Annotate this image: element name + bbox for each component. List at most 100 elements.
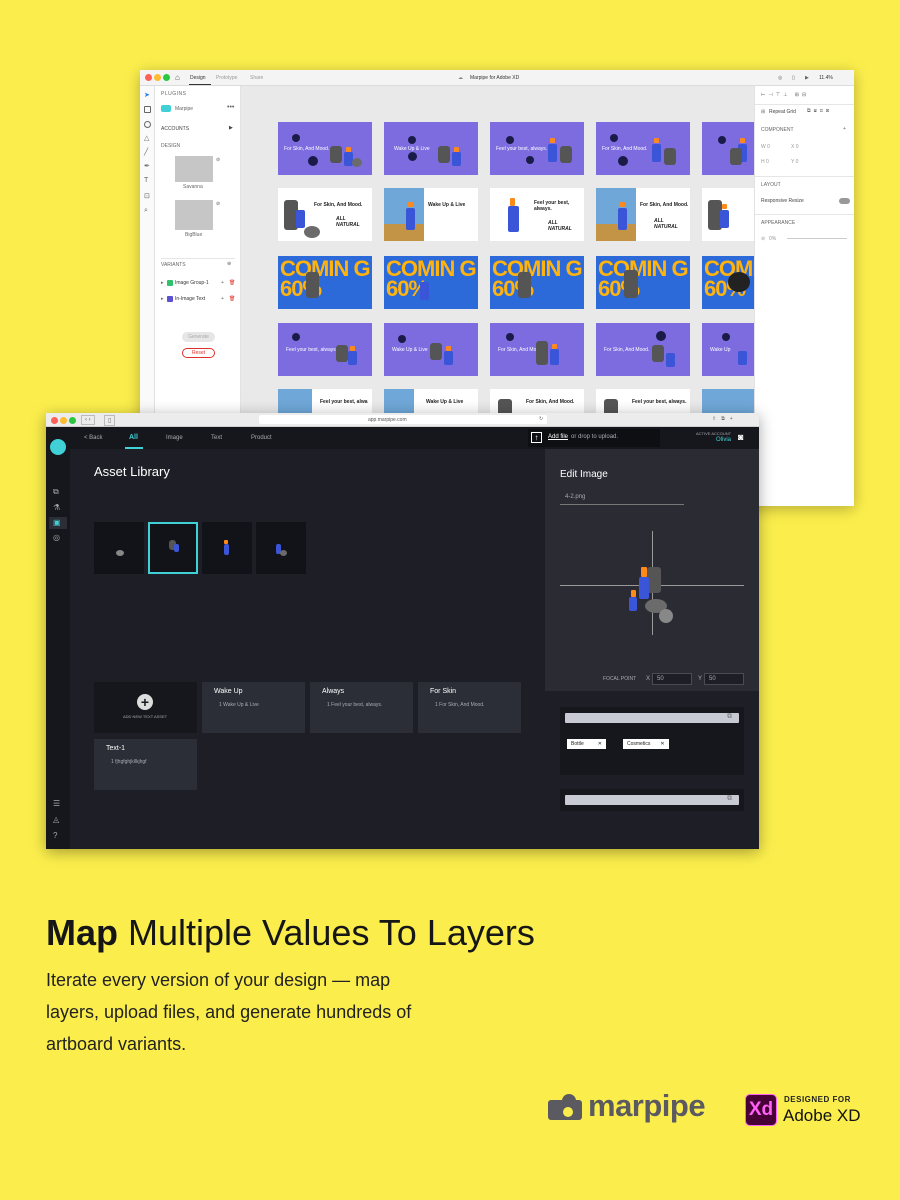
artboard-tool-icon[interactable]: ⊡ <box>144 192 150 200</box>
add-icon[interactable]: + <box>137 694 153 710</box>
image-icon[interactable]: ⧉ <box>53 487 59 497</box>
second-search-icon[interactable]: ⧉ <box>727 795 732 803</box>
add-icon[interactable]: + <box>221 280 224 286</box>
tab-image[interactable]: Image <box>166 435 183 441</box>
tab-design[interactable]: Design <box>190 75 206 81</box>
text-asset-card[interactable]: For Skin 1 For Skin, And Mood. <box>418 682 521 733</box>
artboard[interactable]: Feel your best, always. ALL NATURAL <box>490 188 584 241</box>
opacity-slider[interactable] <box>787 238 847 239</box>
artboard[interactable] <box>702 122 754 175</box>
asset-thumbnail-selected[interactable] <box>148 522 198 574</box>
y-field[interactable]: Y 0 <box>791 159 798 165</box>
help-icon[interactable]: ? <box>53 831 57 840</box>
artboard[interactable]: COMIN G 60% <box>490 256 584 309</box>
tab-prototype[interactable]: Prototype <box>216 75 237 81</box>
minimize-window-button[interactable] <box>60 417 67 424</box>
tab-product[interactable]: Product <box>251 435 272 441</box>
artboard[interactable]: Feel your best, always. <box>490 122 584 175</box>
tag-chip[interactable]: Cosmetics ✕ <box>623 739 669 749</box>
reset-button[interactable]: Reset <box>182 348 215 358</box>
trash-icon[interactable]: 🗑 <box>229 280 235 286</box>
second-search-input[interactable] <box>565 795 739 805</box>
assets-icon[interactable]: ▣ <box>53 518 61 527</box>
minimize-window-button[interactable] <box>154 74 161 81</box>
artboard[interactable]: For Skin, And Mood. <box>596 323 690 376</box>
artboard[interactable]: Wake Up & Live <box>384 122 478 175</box>
text-asset-card[interactable]: Text-1 1 fjhgfghjkllkjhgf <box>94 739 197 790</box>
pen-tool-icon[interactable]: ✒ <box>144 162 150 170</box>
text-asset-card[interactable]: Always 1 Feel your best, always. <box>310 682 413 733</box>
sidebar-toggle-icon[interactable]: ▯ <box>104 415 116 426</box>
add-file-link[interactable]: Add file <box>548 434 568 440</box>
tab-text[interactable]: Text <box>211 435 222 441</box>
design-thumbnail-bigblue[interactable] <box>175 200 213 230</box>
remove-tag-icon[interactable]: ✕ <box>660 741 664 747</box>
add-variant-icon[interactable]: ⊕ <box>227 261 231 267</box>
add-component-icon[interactable]: + <box>843 126 846 132</box>
asset-thumbnail[interactable] <box>94 522 144 574</box>
artboard[interactable]: Feel your best, always. <box>278 323 372 376</box>
tab-all[interactable]: All <box>129 434 138 441</box>
asset-thumbnail[interactable] <box>256 522 306 574</box>
rectangle-tool-icon[interactable] <box>144 106 151 113</box>
home-icon[interactable]: ⌂ <box>175 73 180 82</box>
select-tool-icon[interactable]: ➤ <box>144 91 150 99</box>
play-icon[interactable]: ▶ <box>805 75 809 81</box>
repeat-grid-icon[interactable]: ⊞ <box>761 109 765 115</box>
doc-title[interactable]: Marpipe for Adobe XD <box>470 75 519 81</box>
artboard[interactable]: COMIN G 60% <box>596 256 690 309</box>
artboard[interactable]: For Skin, And Mood. <box>278 122 372 175</box>
ellipse-tool-icon[interactable] <box>144 121 151 128</box>
close-window-button[interactable] <box>51 417 58 424</box>
tag-search-input[interactable] <box>565 713 739 723</box>
boolean-icons[interactable]: ⧉⧈⊡⊠ <box>807 108 832 114</box>
variant-image-group[interactable]: Image Group-1 <box>175 280 209 286</box>
user-icon[interactable]: ◎ <box>778 75 782 81</box>
opacity-value[interactable]: 0% <box>769 236 776 242</box>
artboard[interactable]: Wake Up & Live <box>384 323 478 376</box>
x-field[interactable]: X 0 <box>791 144 799 150</box>
artboard[interactable]: For Skin, And Mood. <box>490 323 584 376</box>
trash-icon[interactable]: 🗑 <box>229 296 235 302</box>
accounts-label[interactable]: ACCOUNTS <box>161 126 189 132</box>
expand-icon[interactable]: ▸ <box>161 296 164 302</box>
tab-share[interactable]: Share <box>250 75 263 81</box>
artboard[interactable]: COMIN G 60% <box>384 256 478 309</box>
variant-in-image-text[interactable]: In-Image Text <box>175 296 205 302</box>
back-forward-icon[interactable]: ‹ › <box>81 415 95 425</box>
accounts-expand-icon[interactable]: ▶ <box>229 125 233 131</box>
text-asset-card[interactable]: Wake Up 1 Wake Up & Live <box>202 682 305 733</box>
chat-icon[interactable]: ◎ <box>53 533 60 542</box>
text-tool-icon[interactable]: T <box>144 177 148 184</box>
remove-icon[interactable]: ⊘ <box>216 157 220 163</box>
artboard[interactable]: For Skin, And Mood. <box>596 122 690 175</box>
artboard[interactable]: For Skin, And Mood. ALL NATURAL <box>596 188 690 241</box>
settings-sliders-icon[interactable]: ☰ <box>53 799 60 808</box>
remove-tag-icon[interactable]: ✕ <box>598 741 602 747</box>
artboard[interactable]: Wake Up & Live <box>384 188 478 241</box>
align-icons[interactable]: ⊢⊣⊤⊥ ⊞⊟ <box>761 92 809 98</box>
close-window-button[interactable] <box>145 74 152 81</box>
width-field[interactable]: W 0 <box>761 144 770 150</box>
polygon-tool-icon[interactable]: △ <box>144 134 149 142</box>
tag-search-icon[interactable]: ⧉ <box>727 713 732 721</box>
zoom-window-button[interactable] <box>163 74 170 81</box>
artboard[interactable]: COMIN G 60% <box>278 256 372 309</box>
bell-icon[interactable]: ◬ <box>53 815 59 824</box>
expand-icon[interactable]: ▸ <box>161 280 164 286</box>
remove-icon[interactable]: ⊘ <box>216 201 220 207</box>
add-text-asset-button[interactable]: + ADD NEW TEXT ASSET <box>94 682 197 733</box>
responsive-resize-toggle[interactable] <box>839 198 850 204</box>
share-icon[interactable]: ⇧⧉+ <box>712 416 738 422</box>
add-icon[interactable]: + <box>221 296 224 302</box>
tag-chip[interactable]: Bottle ✕ <box>567 739 606 749</box>
account-logo-icon[interactable]: ◙ <box>738 432 743 442</box>
repeat-grid-button[interactable]: Repeat Grid <box>769 109 796 115</box>
flask-icon[interactable]: ⚗ <box>53 503 60 512</box>
marpipe-logo-icon[interactable] <box>50 439 66 455</box>
account-name[interactable]: Olivia <box>716 437 731 443</box>
zoom-tool-icon[interactable]: ⌕ <box>144 207 148 215</box>
asset-thumbnail[interactable] <box>202 522 252 574</box>
zoom-window-button[interactable] <box>69 417 76 424</box>
reload-icon[interactable]: ↻ <box>539 416 543 422</box>
